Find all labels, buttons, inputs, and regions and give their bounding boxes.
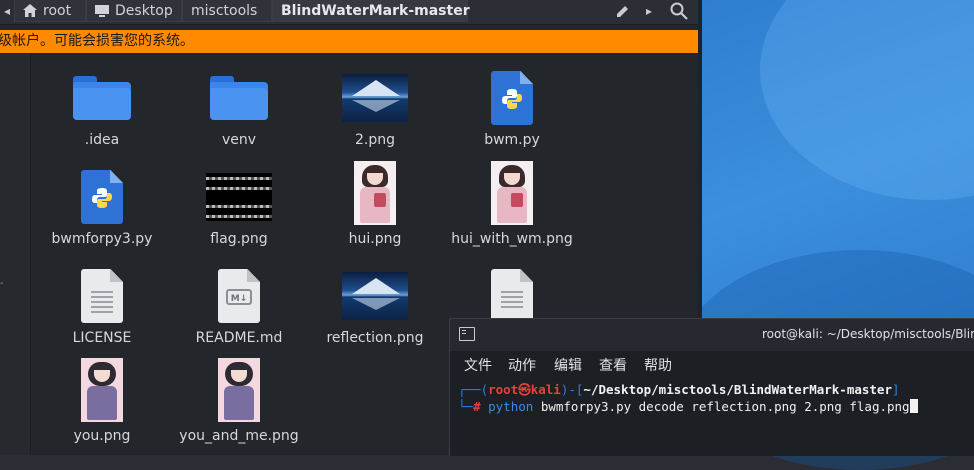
file-item[interactable]: reflection.png xyxy=(310,264,440,362)
sidebar: - xyxy=(0,54,31,455)
terminal-output[interactable]: ┌──(root㉿kali)-[~/Desktop/misctools/Blin… xyxy=(458,381,918,415)
menu-view[interactable]: 查看 xyxy=(599,355,627,375)
breadcrumb-misctools[interactable]: misctools xyxy=(182,0,272,22)
image-thumbnail xyxy=(310,264,440,328)
search-icon[interactable] xyxy=(664,0,694,22)
image-thumbnail xyxy=(174,358,304,422)
sidebar-marker: - xyxy=(0,278,4,289)
file-item[interactable]: M↓ README.md xyxy=(174,264,304,362)
python-file-icon xyxy=(37,165,167,229)
file-item[interactable]: bwm.py xyxy=(447,66,577,164)
image-thumbnail xyxy=(310,66,440,130)
breadcrumb-desktop[interactable]: Desktop xyxy=(86,0,182,22)
folder-icon xyxy=(174,66,304,130)
prompt-line: ┌──(root㉿kali)-[~/Desktop/misctools/Blin… xyxy=(458,382,900,397)
file-item[interactable]: hui_with_wm.png xyxy=(447,161,577,259)
file-item[interactable]: flag.png xyxy=(174,165,304,263)
root-warning-bar: 级帐户。可能会损害您的系统。 xyxy=(0,30,698,53)
terminal-window[interactable]: root@kali: ~/Desktop/misctools/Blind 文件 … xyxy=(449,318,974,456)
image-thumbnail xyxy=(37,358,167,422)
location-bar: ◂ root Desktop misctools BlindWaterMark-… xyxy=(0,0,702,25)
terminal-title: root@kali: ~/Desktop/misctools/Blind xyxy=(762,327,974,341)
image-thumbnail xyxy=(174,165,304,229)
folder-icon xyxy=(37,66,167,130)
breadcrumb-current[interactable]: BlindWaterMark-master xyxy=(272,0,470,22)
menu-file[interactable]: 文件 xyxy=(464,355,492,375)
image-thumbnail xyxy=(310,161,440,225)
file-item[interactable]: venv xyxy=(174,66,304,164)
file-item[interactable]: 2.png xyxy=(310,66,440,164)
forward-scroll-button[interactable]: ▸ xyxy=(640,0,658,22)
command-line[interactable]: └─# python bwmforpy3.py decode reflectio… xyxy=(458,398,918,415)
python-file-icon xyxy=(447,66,577,130)
back-scroll-button[interactable]: ◂ xyxy=(0,0,14,22)
terminal-menubar: 文件 动作 编辑 查看 帮助 xyxy=(450,351,974,379)
file-item[interactable]: you.png xyxy=(37,358,167,455)
breadcrumb-root[interactable]: root xyxy=(14,0,86,22)
home-icon xyxy=(23,4,37,17)
terminal-icon xyxy=(459,327,475,341)
file-item[interactable]: you_and_me.png xyxy=(174,358,304,455)
markdown-file-icon: M↓ xyxy=(174,264,304,328)
terminal-titlebar[interactable]: root@kali: ~/Desktop/misctools/Blind xyxy=(450,319,974,351)
menu-help[interactable]: 帮助 xyxy=(644,355,672,375)
edit-location-icon[interactable] xyxy=(610,0,634,22)
file-item[interactable]: LICENSE xyxy=(37,264,167,362)
image-thumbnail xyxy=(447,161,577,225)
text-file-icon xyxy=(37,264,167,328)
menu-edit[interactable]: 编辑 xyxy=(554,355,582,375)
file-item[interactable]: hui.png xyxy=(310,161,440,259)
text-cursor xyxy=(909,399,918,413)
menu-actions[interactable]: 动作 xyxy=(508,355,536,375)
file-item[interactable]: .idea xyxy=(37,66,167,164)
file-item[interactable]: bwmforpy3.py xyxy=(37,165,167,263)
desktop-icon xyxy=(95,4,109,17)
